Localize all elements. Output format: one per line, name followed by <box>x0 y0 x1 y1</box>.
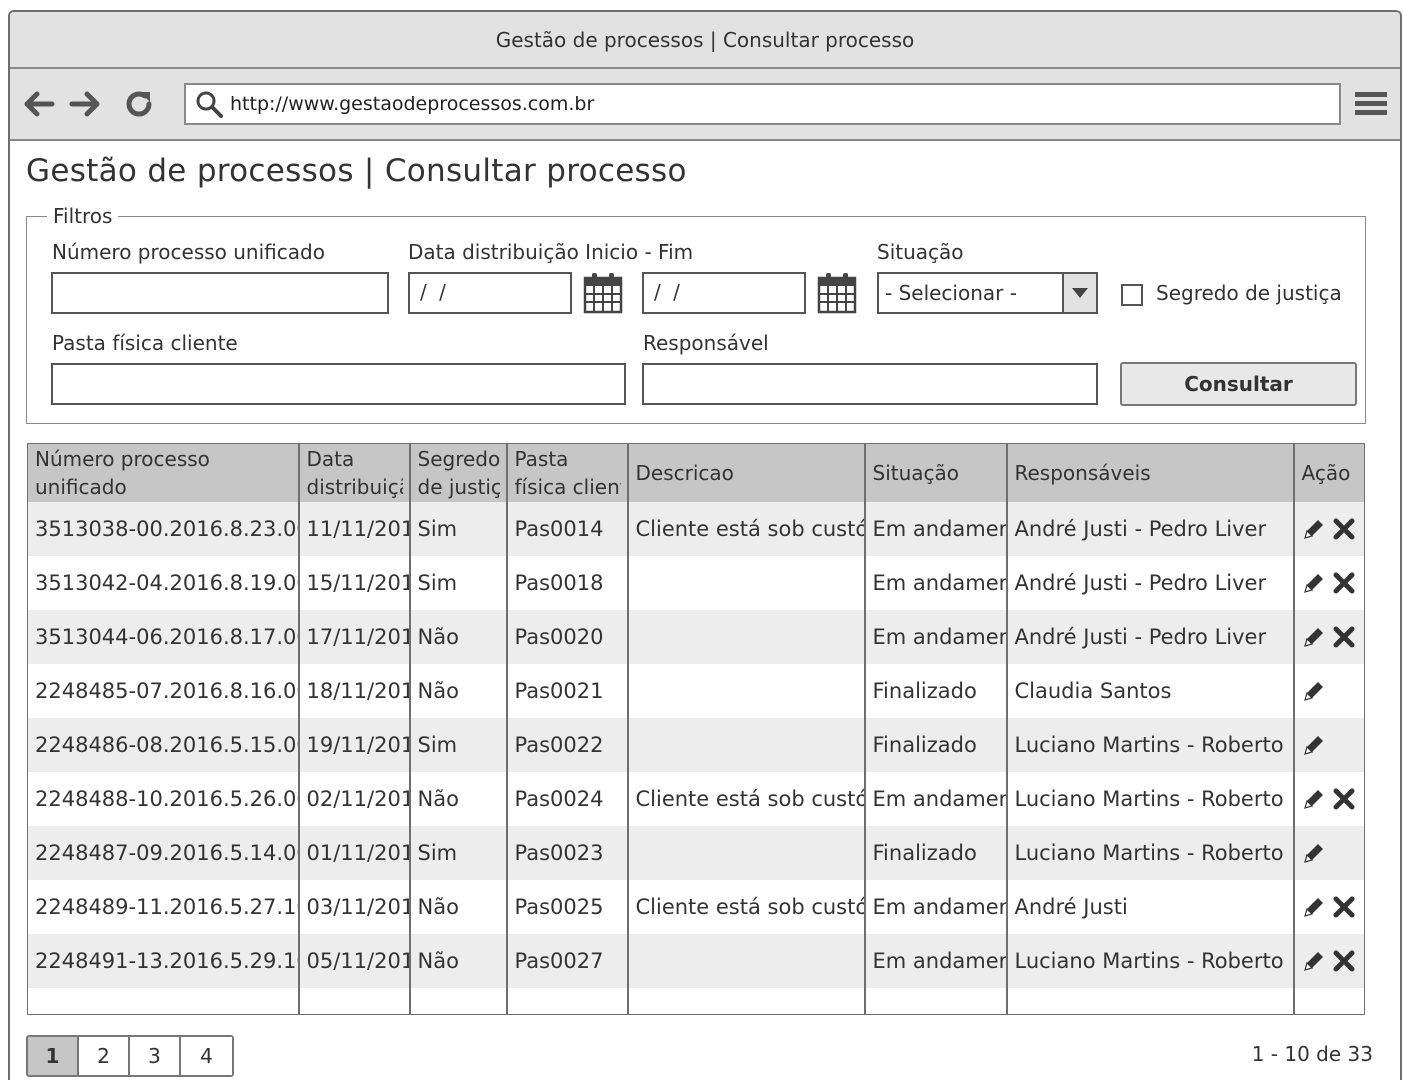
forward-arrow-icon <box>69 91 100 117</box>
situacao-select[interactable]: - Selecionar - <box>877 272 1098 314</box>
window-title: Gestão de processos | Consultar processo <box>495 27 915 52</box>
consultar-button[interactable]: Consultar <box>1120 362 1357 406</box>
window-titlebar: Gestão de processos | Consultar processo <box>10 12 1400 69</box>
pagination-summary: 1 - 10 de 33 <box>1251 1042 1373 1066</box>
browser-menu-button[interactable] <box>1354 87 1388 121</box>
segredo-justica-checkbox[interactable] <box>1121 284 1143 306</box>
process-table: Número processounificado Datadistribuiçã… <box>27 443 1365 1015</box>
cell-acao <box>1294 556 1364 610</box>
edit-pencil-icon[interactable] <box>1302 571 1326 595</box>
reload-icon <box>126 91 152 117</box>
delete-x-icon[interactable] <box>1332 949 1356 973</box>
filters-legend: Filtros <box>53 204 113 228</box>
col-header-acao: Ação <box>1294 444 1364 502</box>
back-button[interactable] <box>22 87 56 121</box>
edit-pencil-icon[interactable] <box>1302 679 1326 703</box>
cell-acao <box>1294 826 1364 880</box>
edit-pencil-icon[interactable] <box>1302 895 1326 919</box>
row-actions <box>1302 841 1360 865</box>
delete-x-icon[interactable] <box>1332 787 1356 811</box>
edit-pencil-icon[interactable] <box>1302 949 1326 973</box>
row-actions <box>1302 949 1360 973</box>
cell-acao <box>1294 502 1364 556</box>
cell-acao <box>1294 610 1364 664</box>
row-actions <box>1302 895 1360 919</box>
row-actions <box>1302 625 1360 649</box>
cell-acao <box>1294 718 1364 772</box>
row-actions <box>1302 517 1360 541</box>
hamburger-menu-icon <box>1355 92 1387 115</box>
situacao-label: Situação <box>877 240 964 264</box>
page-button-4[interactable]: 4 <box>181 1037 232 1075</box>
delete-x-icon[interactable] <box>1332 895 1356 919</box>
pasta-fisica-input[interactable] <box>51 363 626 405</box>
delete-x-icon[interactable] <box>1332 517 1356 541</box>
situacao-selected-value: - Selecionar - <box>885 281 1017 305</box>
address-bar[interactable]: http://www.gestaodeprocessos.com.br <box>184 83 1341 125</box>
data-fim-input[interactable]: / / <box>642 272 806 314</box>
page-title: Gestão de processos | Consultar processo <box>26 153 687 189</box>
responsavel-input[interactable] <box>642 363 1098 405</box>
chevron-down-icon <box>1062 274 1096 312</box>
column-divider <box>28 444 1294 1014</box>
data-distribuicao-label: Data distribuição Inicio - Fim <box>408 240 694 264</box>
row-actions <box>1302 787 1360 811</box>
back-arrow-icon <box>24 91 55 117</box>
cell-acao <box>1294 772 1364 826</box>
row-actions <box>1302 571 1360 595</box>
data-inicio-input[interactable]: / / <box>408 272 572 314</box>
row-actions <box>1302 733 1360 757</box>
forward-button[interactable] <box>68 87 102 121</box>
edit-pencil-icon[interactable] <box>1302 841 1326 865</box>
numero-processo-input[interactable] <box>51 272 389 314</box>
search-icon <box>196 91 223 118</box>
calendar-icon[interactable] <box>583 272 623 314</box>
url-text: http://www.gestaodeprocessos.com.br <box>230 93 595 115</box>
edit-pencil-icon[interactable] <box>1302 625 1326 649</box>
empty-cell <box>1294 988 1364 1014</box>
cell-acao <box>1294 880 1364 934</box>
cell-acao <box>1294 934 1364 988</box>
pasta-fisica-label: Pasta física cliente <box>52 331 238 355</box>
pagination: 1234 <box>26 1035 234 1077</box>
page-button-2[interactable]: 2 <box>79 1037 130 1075</box>
numero-processo-label: Número processo unificado <box>52 240 325 264</box>
cell-acao <box>1294 664 1364 718</box>
responsavel-label: Responsável <box>643 331 769 355</box>
reload-button[interactable] <box>122 87 156 121</box>
calendar-icon[interactable] <box>817 272 857 314</box>
delete-x-icon[interactable] <box>1332 625 1356 649</box>
row-actions <box>1302 679 1360 703</box>
delete-x-icon[interactable] <box>1332 571 1356 595</box>
browser-navbar: http://www.gestaodeprocessos.com.br <box>10 69 1400 141</box>
edit-pencil-icon[interactable] <box>1302 787 1326 811</box>
page-button-3[interactable]: 3 <box>130 1037 181 1075</box>
edit-pencil-icon[interactable] <box>1302 733 1326 757</box>
page-button-1[interactable]: 1 <box>28 1037 79 1075</box>
segredo-justica-label: Segredo de justiça <box>1156 281 1342 305</box>
edit-pencil-icon[interactable] <box>1302 517 1326 541</box>
